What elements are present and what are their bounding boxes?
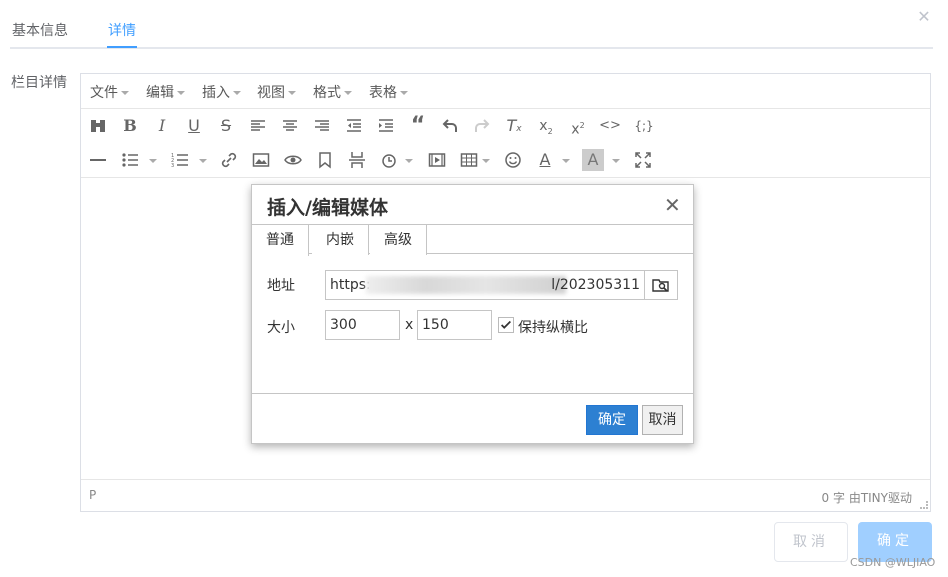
media-icon[interactable] [426, 149, 448, 171]
dialog-tabs: 普通 内嵌 高级 [252, 224, 693, 256]
table-icon[interactable] [458, 149, 480, 171]
menu-edit-label: 编辑 [146, 85, 174, 101]
preview-icon[interactable] [282, 149, 304, 171]
powered-by[interactable]: 由TINY驱动 [849, 491, 912, 505]
menu-table-label: 表格 [369, 85, 397, 101]
tabs-divider [10, 47, 933, 49]
bookmark-icon[interactable] [314, 149, 336, 171]
word-count: 0 字 [821, 491, 845, 505]
insert-datetime-icon[interactable] [378, 149, 400, 171]
editor-toolbar: B I U S “ Tx x2 x2 <> {;} 123 A A [81, 109, 930, 178]
menu-file[interactable]: 文件 [90, 82, 129, 102]
align-right-icon[interactable] [311, 115, 333, 137]
blockquote-icon[interactable]: “ [407, 115, 429, 137]
menu-format[interactable]: 格式 [313, 82, 352, 102]
menu-insert-label: 插入 [202, 85, 230, 101]
link-icon[interactable] [218, 149, 240, 171]
background-color-icon[interactable]: A [582, 149, 604, 171]
tab-embed[interactable]: 内嵌 [312, 225, 369, 255]
dialog-title: 插入/编辑媒体 [267, 197, 388, 219]
subscript-icon[interactable]: x2 [535, 115, 557, 137]
status-right: 0 字 由TINY驱动 [822, 489, 912, 506]
bullet-list-caret-icon[interactable] [149, 159, 157, 163]
align-left-icon[interactable] [247, 115, 269, 137]
datetime-caret-icon[interactable] [405, 159, 413, 163]
browse-button[interactable] [644, 270, 678, 300]
check-icon [501, 320, 511, 329]
cancel-button[interactable]: 取消 [774, 522, 848, 562]
constrain-checkbox[interactable] [498, 317, 514, 333]
menu-edit[interactable]: 编辑 [146, 82, 185, 102]
indent-icon[interactable] [375, 115, 397, 137]
field-label: 栏目详情 [11, 75, 67, 91]
svg-text:3: 3 [171, 163, 174, 169]
clear-format-icon[interactable]: Tx [503, 115, 525, 137]
superscript-icon[interactable]: x2 [567, 115, 589, 138]
italic-icon[interactable]: I [151, 115, 173, 137]
source-input[interactable]: https: l/202305311 [325, 270, 645, 300]
media-dialog: 插入/编辑媒体 ✕ 普通 内嵌 高级 地址 https: l/202305311… [251, 184, 694, 444]
height-input[interactable]: 150 [417, 310, 492, 340]
menu-view[interactable]: 视图 [257, 82, 296, 102]
editor-statusbar: P 0 字 由TINY驱动 [81, 479, 930, 511]
background-color-caret-icon[interactable] [612, 159, 620, 163]
close-icon[interactable]: ✕ [664, 193, 681, 217]
tab-details[interactable]: 详情 [108, 20, 136, 40]
menu-format-label: 格式 [313, 85, 341, 101]
element-path[interactable]: P [89, 488, 96, 502]
tab-basic-info[interactable]: 基本信息 [12, 20, 68, 40]
numbered-list-caret-icon[interactable] [199, 159, 207, 163]
redacted-url [366, 276, 566, 294]
table-caret-icon[interactable] [482, 159, 490, 163]
text-color-icon[interactable]: A [534, 149, 556, 171]
size-separator: x [405, 317, 414, 333]
bullet-list-icon[interactable] [119, 149, 141, 171]
outdent-icon[interactable] [343, 115, 365, 137]
menu-file-label: 文件 [90, 85, 118, 101]
numbered-list-icon[interactable]: 123 [169, 149, 191, 171]
active-tab-indicator [107, 46, 137, 48]
undo-icon[interactable] [439, 115, 461, 137]
tab-general[interactable]: 普通 [252, 225, 309, 256]
fullscreen-icon[interactable] [632, 149, 654, 171]
width-input[interactable]: 300 [325, 310, 400, 340]
image-icon[interactable] [250, 149, 272, 171]
dialog-ok-button[interactable]: 确定 [586, 405, 638, 435]
editor-menubar: 文件 编辑 插入 视图 格式 表格 [81, 74, 930, 109]
source-label: 地址 [267, 278, 295, 294]
strikethrough-icon[interactable]: S [215, 115, 237, 137]
bold-icon[interactable]: B [119, 115, 141, 137]
redo-icon[interactable] [471, 115, 493, 137]
code-icon[interactable]: <> [599, 115, 621, 137]
constrain-label: 保持纵横比 [518, 320, 588, 336]
menu-insert[interactable]: 插入 [202, 82, 241, 102]
size-label: 大小 [267, 320, 295, 336]
menu-view-label: 视图 [257, 85, 285, 101]
code-sample-icon[interactable]: {;} [631, 115, 657, 137]
resize-handle-icon[interactable] [920, 501, 928, 509]
tab-advanced[interactable]: 高级 [370, 225, 427, 255]
browse-icon [652, 279, 669, 292]
page-break-icon[interactable] [346, 149, 368, 171]
close-icon[interactable]: ✕ [915, 8, 933, 26]
horizontal-line-icon[interactable] [87, 149, 109, 171]
source-suffix: l/202305311 [551, 277, 640, 293]
menu-table[interactable]: 表格 [369, 82, 408, 102]
source-prefix: https: [330, 277, 371, 293]
underline-icon[interactable]: U [183, 115, 205, 137]
watermark: CSDN @WLJIAO [850, 556, 936, 569]
align-center-icon[interactable] [279, 115, 301, 137]
emoticons-icon[interactable] [502, 149, 524, 171]
dialog-cancel-button[interactable]: 取消 [642, 405, 683, 435]
find-replace-icon[interactable] [87, 115, 109, 137]
text-color-caret-icon[interactable] [562, 159, 570, 163]
dialog-footer: 确定 取消 [252, 393, 693, 443]
